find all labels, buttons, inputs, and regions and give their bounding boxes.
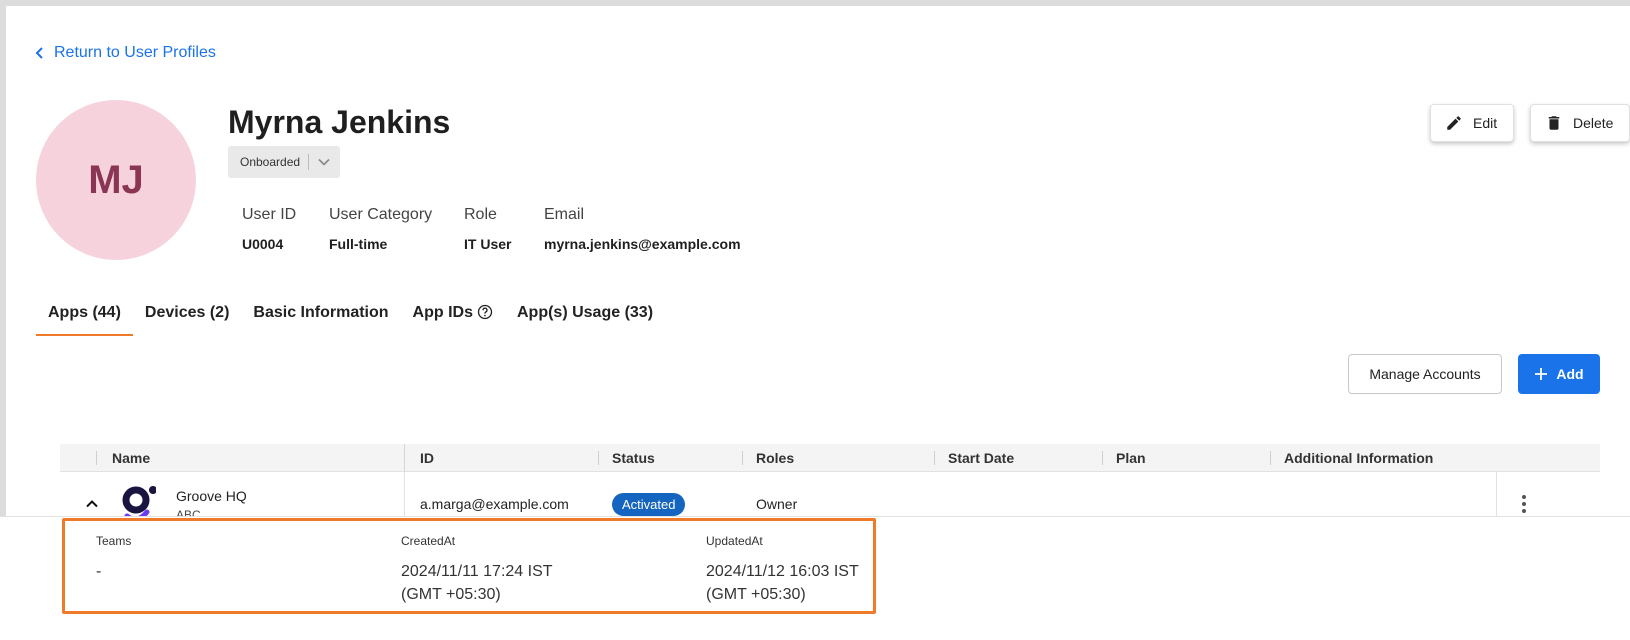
trash-icon	[1548, 116, 1560, 130]
detail-key: UpdatedAt	[706, 534, 763, 548]
info-value: Full-time	[329, 236, 388, 252]
info-role: Role IT User	[464, 206, 511, 252]
tab-bar: Apps (44) Devices (2) Basic Information …	[36, 296, 665, 344]
detail-updated-at: UpdatedAt 2024/11/12 16:03 IST (GMT +05:…	[706, 534, 859, 606]
row-actions-button[interactable]	[1510, 490, 1538, 518]
tab-app-usage[interactable]: App(s) Usage (33)	[505, 296, 665, 344]
column-divider	[96, 451, 97, 465]
info-key: Role	[464, 206, 497, 223]
column-header-start-date[interactable]: Start Date	[948, 444, 1014, 472]
tab-label: Devices (2)	[144, 304, 230, 321]
column-divider	[742, 451, 743, 465]
chevron-down-icon	[309, 155, 331, 169]
column-header-id[interactable]: ID	[420, 444, 434, 472]
page-title: Myrna Jenkins	[228, 104, 451, 140]
add-button[interactable]: Add	[1518, 354, 1600, 394]
column-divider	[404, 444, 405, 472]
delete-button-label: Delete	[1573, 115, 1614, 131]
status-dropdown-value: Onboarded	[228, 154, 310, 170]
column-header-additional-information[interactable]: Additional Information	[1284, 444, 1433, 472]
app-name[interactable]: Groove HQ	[176, 488, 247, 504]
info-key: Email	[544, 206, 585, 223]
detail-teams: Teams -	[96, 534, 131, 583]
collapse-row-button[interactable]	[80, 492, 104, 516]
column-header-plan[interactable]: Plan	[1116, 444, 1146, 472]
info-key: User Category	[329, 206, 433, 223]
manage-accounts-button[interactable]: Manage Accounts	[1348, 354, 1502, 394]
detail-key: Teams	[96, 534, 132, 548]
column-header-roles[interactable]: Roles	[756, 444, 794, 472]
info-value: myrna.jenkins@example.com	[544, 236, 741, 252]
add-button-label: Add	[1556, 366, 1584, 382]
help-circle-icon[interactable]	[477, 304, 493, 320]
return-to-user-profiles-link[interactable]: Return to User Profiles	[34, 44, 216, 62]
manage-accounts-label: Manage Accounts	[1369, 366, 1481, 382]
avatar-initials: MJ	[88, 157, 144, 202]
tab-basic-information[interactable]: Basic Information	[241, 296, 400, 344]
return-link-label: Return to User Profiles	[54, 44, 216, 61]
detail-value: 2024/11/12 16:03 IST (GMT +05:30)	[706, 563, 859, 603]
info-email: Email myrna.jenkins@example.com	[544, 206, 741, 252]
column-divider	[934, 451, 935, 465]
column-header-name[interactable]: Name	[112, 444, 150, 472]
avatar: MJ	[36, 100, 196, 260]
chevron-left-icon	[35, 47, 43, 59]
column-divider	[1102, 451, 1103, 465]
tab-app-ids[interactable]: App IDs	[401, 296, 505, 344]
info-user-id: User ID U0004	[242, 206, 296, 252]
info-value: IT User	[464, 236, 512, 252]
tab-devices[interactable]: Devices (2)	[133, 296, 242, 344]
edit-button[interactable]: Edit	[1430, 104, 1514, 142]
column-divider	[598, 451, 599, 465]
chevron-up-icon	[86, 500, 98, 508]
delete-button[interactable]: Delete	[1530, 104, 1630, 142]
detail-key: CreatedAt	[401, 534, 456, 548]
tab-label: Apps (44)	[48, 304, 121, 321]
column-divider	[1270, 451, 1271, 465]
detail-created-at: CreatedAt 2024/11/11 17:24 IST (GMT +05:…	[401, 534, 553, 606]
status-badge: Activated	[612, 492, 686, 516]
plus-icon	[1535, 368, 1548, 380]
detail-value: 2024/11/11 17:24 IST (GMT +05:30)	[401, 563, 553, 603]
info-value: U0004	[242, 236, 284, 252]
info-key: User ID	[242, 206, 297, 223]
tab-apps[interactable]: Apps (44)	[36, 296, 133, 344]
tab-label: App(s) Usage (33)	[517, 304, 654, 321]
edit-button-label: Edit	[1473, 115, 1498, 131]
status-dropdown[interactable]: Onboarded	[228, 146, 340, 178]
tab-label: App IDs	[412, 304, 473, 321]
more-vertical-icon	[1522, 495, 1526, 513]
column-header-status[interactable]: Status	[612, 444, 655, 472]
pencil-icon	[1447, 116, 1461, 130]
info-user-category: User Category Full-time	[329, 206, 432, 252]
detail-value: -	[96, 563, 102, 580]
tab-label: Basic Information	[253, 304, 389, 321]
table-header: Name ID Status Roles Start Date Plan Add…	[60, 444, 1600, 472]
